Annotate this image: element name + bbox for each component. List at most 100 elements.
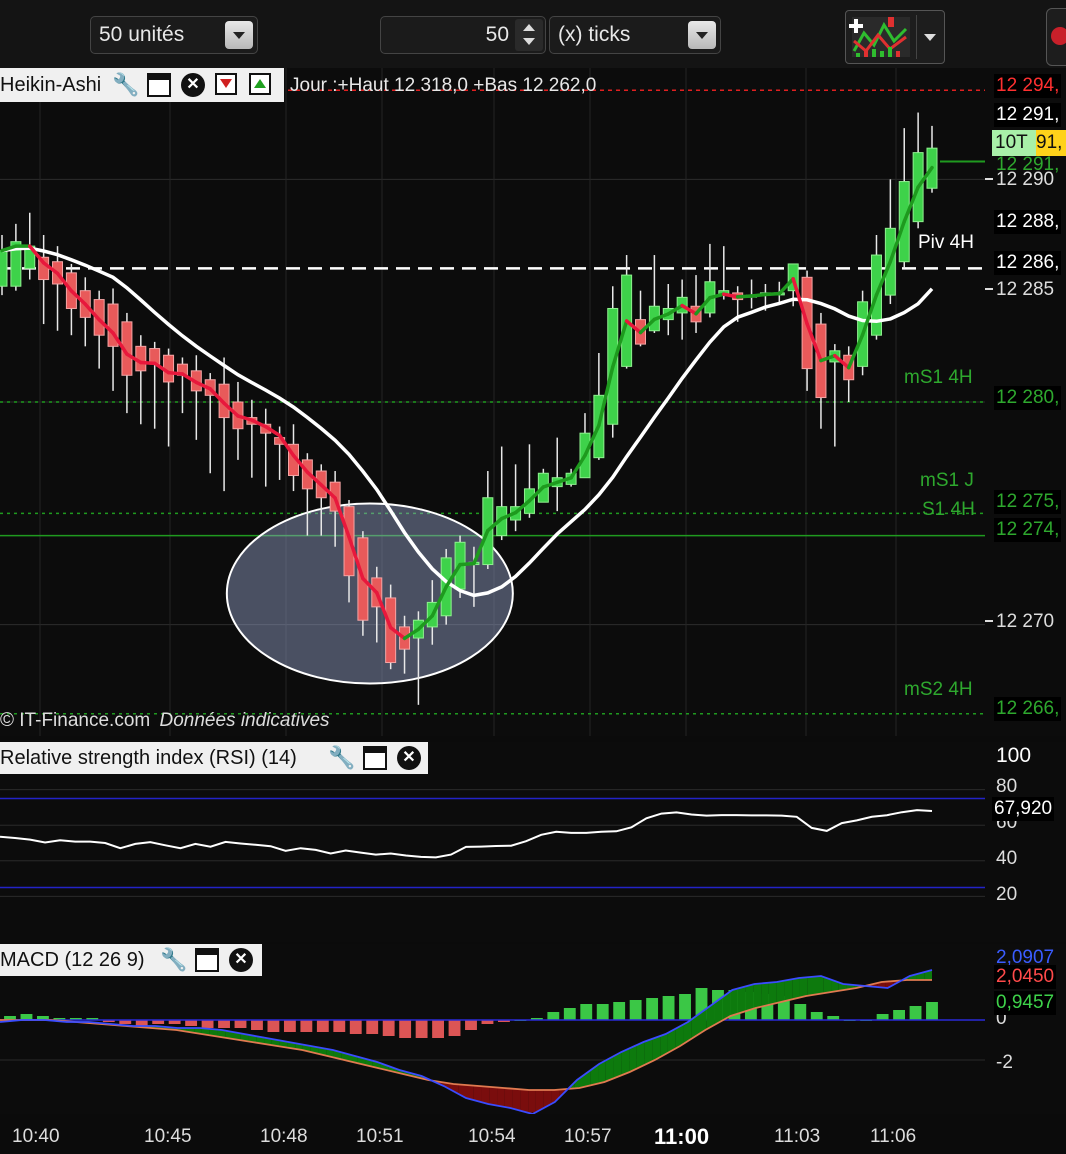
pane-title: Heikin-Ashi bbox=[0, 74, 102, 96]
pane-title: Relative strength index (RSI) (14) bbox=[0, 747, 297, 769]
macd-fill-segment bbox=[489, 1086, 498, 1106]
chevron-down-icon[interactable] bbox=[916, 15, 943, 59]
macd-histogram-bar bbox=[366, 1020, 379, 1034]
macd-fill-segment bbox=[768, 982, 777, 1005]
side-toolbar-button[interactable] bbox=[1046, 8, 1066, 66]
close-icon[interactable]: ✕ bbox=[181, 73, 205, 97]
macd-fill-segment bbox=[520, 1089, 529, 1113]
macd-fill-segment bbox=[737, 986, 746, 1014]
fast-moving-average-segment bbox=[166, 370, 185, 376]
s1-4h-price-tag: 12 274, bbox=[994, 518, 1062, 542]
close-icon[interactable]: ✕ bbox=[397, 746, 421, 770]
macd-fill-segment bbox=[497, 1087, 505, 1107]
ticks-select[interactable]: (x) ticks bbox=[549, 16, 721, 54]
price-tick: 12 285 bbox=[996, 279, 1055, 300]
macd-histogram-bar bbox=[185, 1020, 198, 1026]
time-tick: 11:00 bbox=[654, 1124, 710, 1149]
macd-histogram-bar bbox=[893, 1010, 905, 1020]
day-high-low-info: Jour :+Haut 12 318,0 +Bas 12 262,0 bbox=[290, 75, 597, 96]
macd-pane[interactable]: MACD (12 26 9) 🔧 ✕ bbox=[0, 944, 985, 1114]
fast-moving-average-segment bbox=[763, 291, 782, 297]
fast-moving-average-segment bbox=[139, 360, 157, 366]
macd-fill-segment bbox=[753, 983, 762, 1009]
fast-moving-average-segment bbox=[749, 292, 768, 298]
macd-histogram-bar bbox=[646, 998, 659, 1020]
move-down-icon[interactable] bbox=[215, 73, 237, 95]
macd-histogram-bar bbox=[629, 1000, 642, 1020]
stepper-arrows-icon[interactable] bbox=[515, 19, 543, 51]
green-line-tag: 12 291, bbox=[996, 154, 1060, 175]
macd-fill-segment bbox=[621, 1048, 630, 1076]
s1-4h-label: S1 4H bbox=[922, 499, 975, 520]
macd-histogram-bar bbox=[580, 1004, 593, 1020]
fast-moving-average-segment bbox=[458, 561, 476, 567]
ms1-j-label: mS1 J bbox=[920, 470, 974, 491]
high-price-tag: 12 291, bbox=[994, 103, 1062, 127]
macd-histogram-bar bbox=[794, 1004, 807, 1020]
wrench-icon[interactable]: 🔧 bbox=[328, 745, 355, 771]
time-axis: 10:40 10:45 10:48 10:51 10:54 10:57 11:0… bbox=[0, 1114, 1066, 1154]
macd-histogram-bar bbox=[234, 1020, 247, 1028]
move-up-icon[interactable] bbox=[249, 73, 271, 95]
chevron-down-icon[interactable] bbox=[225, 21, 253, 49]
macd-tick: -2 bbox=[996, 1052, 1013, 1073]
macd-histogram-bar bbox=[20, 1014, 33, 1020]
copyright-note: © IT-Finance.com Données indicatives bbox=[0, 710, 330, 732]
time-tick: 10:40 bbox=[12, 1126, 60, 1147]
macd-histogram-bar bbox=[251, 1020, 263, 1030]
macd-fill-segment bbox=[504, 1088, 513, 1109]
window-icon[interactable] bbox=[195, 948, 219, 972]
macd-histogram-bar bbox=[613, 1002, 626, 1020]
window-icon[interactable] bbox=[363, 746, 387, 770]
units-select[interactable]: 50 unités bbox=[90, 16, 258, 54]
chevron-down-icon[interactable] bbox=[688, 21, 716, 49]
price-pane[interactable]: Heikin-Ashi 🔧 ✕ Jour :+Haut 12 318,0 +Ba… bbox=[0, 68, 985, 736]
time-tick: 10:57 bbox=[564, 1126, 612, 1147]
macd-fill-segment bbox=[815, 976, 824, 995]
ms1-j-price-tag: 12 275, bbox=[994, 490, 1062, 514]
price-288-tag: 12 288, bbox=[994, 210, 1062, 234]
copyright-text: © IT-Finance.com bbox=[0, 710, 151, 731]
macd-histogram-bar bbox=[135, 1020, 148, 1026]
macd-histogram-bar bbox=[300, 1020, 313, 1032]
ms2-4h-label: mS2 4H bbox=[904, 679, 973, 700]
pane-title: MACD (12 26 9) bbox=[0, 949, 145, 971]
candle bbox=[0, 250, 8, 287]
rsi-tick: 20 bbox=[996, 884, 1018, 905]
close-icon[interactable]: ✕ bbox=[229, 948, 253, 972]
red-level-tag: 12 294, bbox=[994, 74, 1062, 98]
units-select-value: 50 unités bbox=[99, 23, 185, 46]
rsi-pane[interactable]: Relative strength index (RSI) (14) 🔧 ✕ bbox=[0, 742, 985, 942]
window-icon[interactable] bbox=[147, 73, 171, 97]
wrench-icon[interactable]: 🔧 bbox=[112, 72, 139, 98]
macd-histogram-bar bbox=[679, 994, 691, 1020]
rsi-tick: 40 bbox=[996, 848, 1018, 869]
toolbar: 50 unités 50 (x) ticks bbox=[0, 0, 1066, 68]
macd-histogram-bar bbox=[547, 1012, 560, 1020]
time-tick: 10:54 bbox=[468, 1126, 516, 1147]
macd-fill-segment bbox=[807, 976, 816, 996]
macd-histogram-bar bbox=[283, 1020, 296, 1032]
time-tick: 10:45 bbox=[144, 1126, 192, 1147]
disclaimer-text: Données indicatives bbox=[159, 710, 330, 731]
rsi-pane-header: Relative strength index (RSI) (14) 🔧 ✕ bbox=[0, 742, 428, 774]
macd-histogram-bar bbox=[662, 996, 675, 1020]
macd-histogram-bar bbox=[465, 1020, 477, 1030]
macd-hist-tag: 0,9457 bbox=[994, 991, 1057, 1015]
indicator-menu-button[interactable] bbox=[845, 10, 945, 64]
rsi-tick: 80 bbox=[996, 776, 1018, 797]
piv-price-tag: 12 286, bbox=[994, 251, 1062, 275]
macd-fill-segment bbox=[761, 982, 769, 1007]
macd-histogram-bar bbox=[909, 1006, 922, 1020]
macd-fill-segment bbox=[745, 984, 754, 1012]
macd-fill-segment bbox=[730, 988, 738, 1017]
time-tick: 10:51 bbox=[356, 1126, 404, 1147]
macd-histogram-bar bbox=[415, 1020, 428, 1038]
macd-fill-segment bbox=[776, 980, 785, 1003]
ms1-4h-price-tag: 12 280, bbox=[994, 386, 1062, 410]
ticks-stepper[interactable]: 50 bbox=[380, 16, 546, 54]
rsi-line bbox=[0, 809, 933, 859]
ticks-select-value: (x) ticks bbox=[558, 23, 631, 46]
wrench-icon[interactable]: 🔧 bbox=[160, 947, 187, 973]
macd-histogram-bar bbox=[876, 1014, 889, 1020]
